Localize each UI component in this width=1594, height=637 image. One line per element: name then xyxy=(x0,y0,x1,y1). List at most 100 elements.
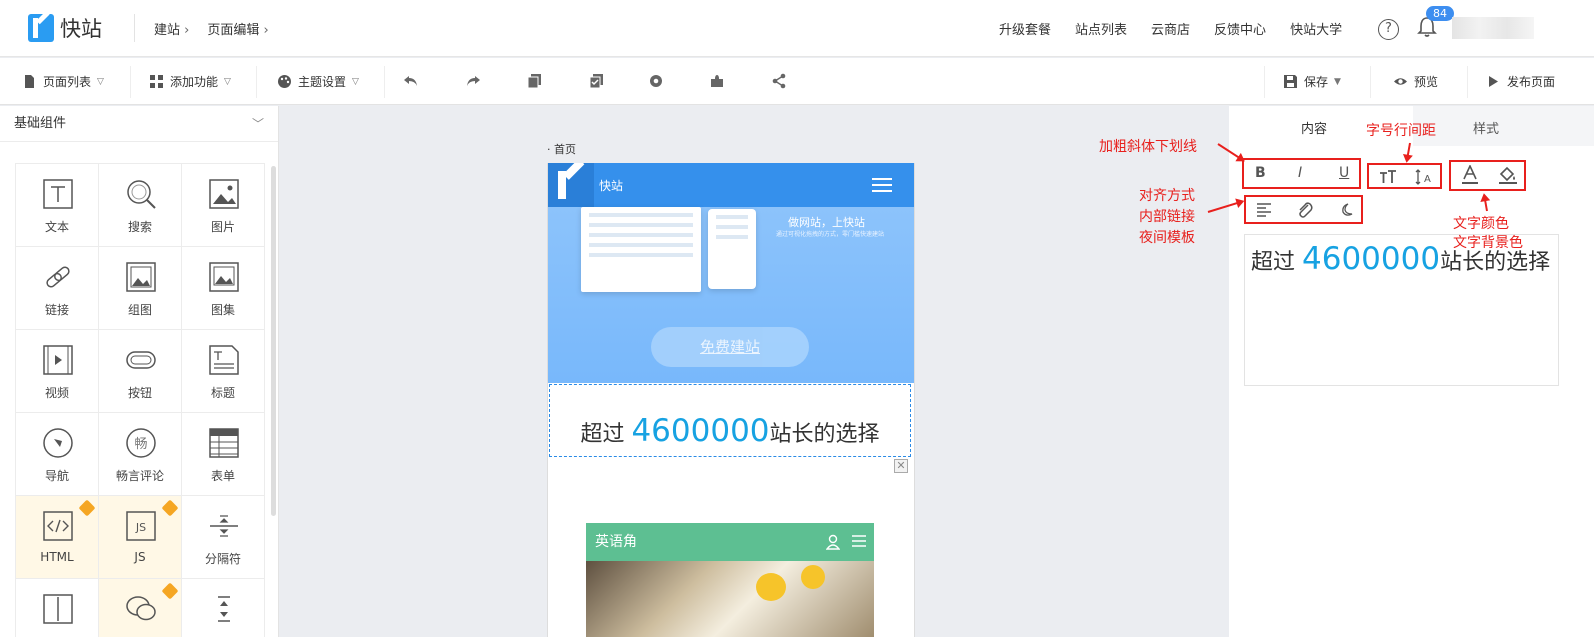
phone-preview: 快站 做网站，上快站 通过可视化拖拽的方式，零门槛快速建站 免费建站 超过 46… xyxy=(547,163,915,637)
columns-icon xyxy=(43,594,73,624)
component-image[interactable]: 图片 xyxy=(182,164,265,247)
paperclip-icon[interactable] xyxy=(1296,201,1314,219)
text-icon xyxy=(43,179,73,209)
free-build-button[interactable]: 免费建站 xyxy=(651,327,809,367)
paste-icon[interactable] xyxy=(589,73,605,89)
help-icon[interactable]: ? xyxy=(1378,19,1399,40)
copy-icon[interactable] xyxy=(527,73,543,89)
tab-style-background xyxy=(1413,106,1594,146)
tab-style[interactable]: 样式 xyxy=(1473,118,1499,137)
component-section-header[interactable]: 基础组件 ﹀ xyxy=(0,106,278,142)
nav-university[interactable]: 快站大学 xyxy=(1290,19,1342,38)
close-icon[interactable]: ✕ xyxy=(894,459,908,473)
nav-cloud-store[interactable]: 云商店 xyxy=(1151,19,1190,38)
component-js[interactable]: JS JS xyxy=(99,496,182,579)
spacer-icon xyxy=(218,596,230,622)
text-color-group xyxy=(1449,160,1526,191)
toolbar-divider xyxy=(1370,66,1371,98)
phone-brand: 快站 xyxy=(599,179,624,193)
header-divider xyxy=(134,14,135,42)
font-size-icon[interactable] xyxy=(1379,169,1397,185)
notification-badge: 84 xyxy=(1426,6,1454,21)
eye-icon xyxy=(1394,78,1407,85)
component-sidebar: 基础组件 ﹀ 文本 搜索 图片 链接 组图 图集 视频 按钮 标题 导航 畅 畅… xyxy=(0,106,279,637)
toolbar-divider xyxy=(130,66,131,98)
component-form[interactable]: 表单 xyxy=(182,413,265,496)
sidebar-scrollbar[interactable] xyxy=(271,166,276,516)
phone-navbar[interactable]: 快站 xyxy=(548,163,914,207)
component-link[interactable]: 链接 xyxy=(16,247,99,330)
component-columns[interactable] xyxy=(16,579,99,637)
component-gallery[interactable]: 图集 xyxy=(182,247,265,330)
undo-icon[interactable] xyxy=(403,73,419,89)
hamburger-menu-icon[interactable] xyxy=(872,178,892,192)
kuaizhan-logo-icon xyxy=(548,163,594,207)
annotation-size-spacing: 字号行间距 xyxy=(1366,123,1436,139)
nav-feedback[interactable]: 反馈中心 xyxy=(1214,19,1266,38)
save-button[interactable]: 保存 ▼ xyxy=(1283,73,1341,90)
plugin-puzzle-icon[interactable] xyxy=(709,73,725,89)
underline-button[interactable]: U xyxy=(1339,165,1349,181)
component-video[interactable]: 视频 xyxy=(16,330,99,413)
page-list-button[interactable]: 页面列表 ▽ xyxy=(22,73,104,90)
user-account-blurred[interactable] xyxy=(1452,17,1534,39)
component-label: 组图 xyxy=(127,303,152,317)
publish-button[interactable]: 发布页面 xyxy=(1486,73,1555,90)
line-spacing-icon[interactable]: A xyxy=(1415,168,1435,186)
annotation-bold-italic-underline: 加粗斜体下划线 xyxy=(1099,139,1197,155)
editor-highlight-number: 4600000 xyxy=(1302,241,1441,277)
logo[interactable]: 快站 xyxy=(28,13,102,43)
tab-content[interactable]: 内容 xyxy=(1301,118,1327,137)
nav-upgrade[interactable]: 升级套餐 xyxy=(999,19,1051,38)
bold-button[interactable]: B xyxy=(1255,165,1266,181)
theme-settings-button[interactable]: 主题设置 ▽ xyxy=(277,73,359,90)
component-html[interactable]: HTML xyxy=(16,496,99,579)
caret-down-icon: ▼ xyxy=(1334,76,1341,87)
button-icon xyxy=(126,351,156,369)
component-navigation[interactable]: 导航 xyxy=(16,413,99,496)
menu-icon[interactable] xyxy=(852,535,866,547)
nav-site-list[interactable]: 站点列表 xyxy=(1075,19,1127,38)
component-divider[interactable]: 分隔符 xyxy=(182,496,265,579)
component-label: 搜索 xyxy=(127,220,152,234)
component-text[interactable]: 文本 xyxy=(16,164,99,247)
breadcrumb-build[interactable]: 建站 xyxy=(154,19,189,38)
component-wechat[interactable] xyxy=(99,579,182,637)
page-list-label: 页面列表 xyxy=(43,75,92,89)
breadcrumb-page-edit[interactable]: 页面编辑 xyxy=(207,19,268,38)
annotation-text-color: 文字颜色 xyxy=(1453,216,1509,232)
rich-text-editor[interactable]: 超过 4600000站长的选择 xyxy=(1244,234,1559,386)
add-feature-button[interactable]: 添加功能 ▽ xyxy=(149,73,231,90)
component-image-group[interactable]: 组图 xyxy=(99,247,182,330)
italic-button[interactable]: I xyxy=(1298,165,1302,181)
english-corner-embed[interactable]: 英语角 xyxy=(586,523,874,637)
page-root: 快站 建站 页面编辑 升级套餐 站点列表 云商店 反馈中心 快站大学 ? 84 … xyxy=(0,0,1594,637)
component-title[interactable]: 标题 xyxy=(182,330,265,413)
editor-text-suffix: 站长的选择 xyxy=(1440,250,1551,275)
paint-bucket-icon[interactable] xyxy=(1498,165,1518,185)
embed-title: 英语角 xyxy=(595,534,637,550)
preview-label: 预览 xyxy=(1414,75,1439,89)
share-icon[interactable] xyxy=(771,73,787,89)
preview-button[interactable]: 预览 xyxy=(1393,73,1438,90)
text-color-icon[interactable] xyxy=(1461,165,1479,185)
chevron-down-icon: ▽ xyxy=(224,76,231,87)
component-label: 标题 xyxy=(210,386,235,400)
component-search[interactable]: 搜索 xyxy=(99,164,182,247)
banner-block[interactable]: 做网站，上快站 通过可视化拖拽的方式，零门槛快速建站 免费建站 xyxy=(548,207,914,383)
component-spacer[interactable] xyxy=(182,579,265,637)
user-icon[interactable] xyxy=(826,534,840,550)
palette-icon xyxy=(278,75,291,88)
chevron-down-icon: ▽ xyxy=(97,76,104,87)
canvas-page-title: · 首页 xyxy=(547,143,576,156)
search-icon xyxy=(127,180,156,209)
phone-mockup-image xyxy=(708,209,756,289)
component-comment[interactable]: 畅 畅言评论 xyxy=(99,413,182,496)
selected-text-block[interactable]: 超过 4600000站长的选择 xyxy=(549,384,911,457)
settings-gear-icon[interactable] xyxy=(648,73,664,89)
component-button[interactable]: 按钮 xyxy=(99,330,182,413)
moon-icon[interactable] xyxy=(1338,202,1354,218)
redo-icon[interactable] xyxy=(465,73,481,89)
image-group-icon xyxy=(126,262,156,292)
align-left-icon[interactable] xyxy=(1256,202,1272,218)
